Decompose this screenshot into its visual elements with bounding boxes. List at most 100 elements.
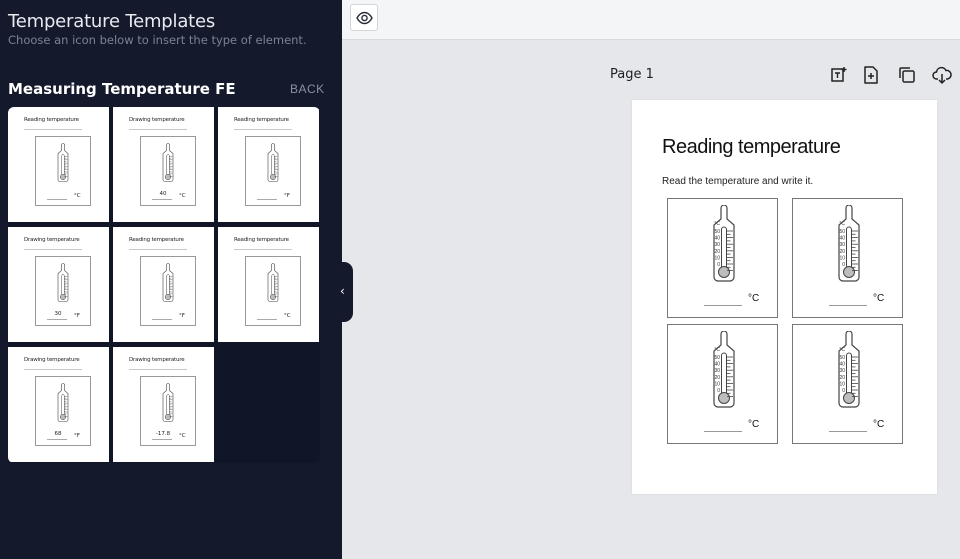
download-page-button[interactable] <box>931 64 953 86</box>
template-tile[interactable]: Drawing temperature 40 °C <box>113 107 214 222</box>
add-page-icon <box>864 66 878 84</box>
scale-label: 30 <box>839 242 845 248</box>
template-tile-title: Reading temperature <box>234 117 289 123</box>
worksheet-instruction[interactable]: Read the temperature and write it. <box>662 176 813 187</box>
thermometer-icon <box>267 263 279 302</box>
template-tile-value: 40 <box>159 191 167 197</box>
answer-line <box>704 305 742 306</box>
answer-line <box>704 431 742 432</box>
template-tile-title: Drawing temperature <box>24 237 80 243</box>
template-tile-value: 30 <box>54 311 62 317</box>
unit-label: °C <box>873 293 885 304</box>
scale-label: 30 <box>714 242 720 248</box>
duplicate-page-button[interactable] <box>896 64 918 86</box>
thermometer-icon: °C 50403020100 <box>713 330 735 408</box>
template-tile-instruction-line <box>234 129 292 130</box>
template-tile-title: Reading temperature <box>234 237 289 243</box>
thermometer-graphic: °C 50 40 30 20 10 0 <box>704 204 744 292</box>
scale-label: °C <box>714 221 720 227</box>
template-tile[interactable]: Drawing temperature -17.8 °C <box>113 347 214 462</box>
template-tile-title: Reading temperature <box>129 237 184 243</box>
template-tile-preview: 40 °C <box>140 136 196 206</box>
answer-line <box>829 431 867 432</box>
answer-line <box>47 199 67 200</box>
template-tile-title: Drawing temperature <box>129 117 185 123</box>
scale-label: 30 <box>839 368 845 374</box>
scale-label: 50 <box>839 229 845 235</box>
answer-line <box>152 199 172 200</box>
template-tile[interactable]: Drawing temperature 30 °F <box>8 227 109 342</box>
scale-label: 50 <box>839 355 845 361</box>
template-tile-unit: °C <box>179 433 186 439</box>
template-tile[interactable]: Reading temperature °C <box>8 107 109 222</box>
template-grid: Reading temperature °C Drawing temperature… <box>8 107 320 463</box>
collapse-sidebar-button[interactable]: ‹ <box>336 262 353 322</box>
template-tile-value: 68 <box>54 431 62 437</box>
template-tile-instruction-line <box>24 369 82 370</box>
template-tile-unit: °F <box>74 433 80 439</box>
worksheet-page[interactable]: Reading temperature Read the temperature… <box>632 100 937 494</box>
top-toolbar <box>342 0 960 40</box>
thermometer-icon <box>57 263 69 302</box>
thermometer-cell[interactable]: °C 50 40 30 20 10 0 °C <box>792 198 903 318</box>
template-tile-unit: °F <box>179 313 185 319</box>
eye-icon <box>356 11 373 25</box>
thermometer-icon <box>57 143 69 182</box>
scale-label: 20 <box>714 375 720 381</box>
worksheet-title[interactable]: Reading temperature <box>662 136 841 159</box>
thermometer-cell[interactable]: °C 50 40 30 20 10 0 °C <box>667 324 778 444</box>
back-button[interactable]: BACK <box>290 82 325 96</box>
thermometer-icon <box>162 263 174 302</box>
template-tile[interactable]: Drawing temperature 68 °F <box>8 347 109 462</box>
add-page-button[interactable] <box>860 64 882 86</box>
unit-label: °C <box>748 293 760 304</box>
thermometer-icon: °C 50403020100 <box>838 204 860 282</box>
template-tile-preview: °F <box>140 256 196 326</box>
thermometer-graphic: °C 50 40 30 20 10 0 <box>829 204 869 292</box>
template-tile-unit: °F <box>284 193 290 199</box>
scale-label: 40 <box>714 362 720 368</box>
template-tile-title: Drawing temperature <box>24 357 80 363</box>
template-tile[interactable]: Reading temperature °F <box>218 107 319 222</box>
template-tile[interactable]: Reading temperature °C <box>218 227 319 342</box>
scale-label: 0 <box>842 388 845 394</box>
preview-button[interactable] <box>350 4 378 31</box>
thermometer-cell[interactable]: °C 50 40 30 20 10 0 °C <box>667 198 778 318</box>
thermometer-icon <box>57 383 69 422</box>
template-tile-instruction-line <box>129 129 187 130</box>
scale-label: 10 <box>714 255 720 261</box>
scale-label: 40 <box>714 236 720 242</box>
answer-line <box>152 319 172 320</box>
scale-label: 0 <box>717 262 720 268</box>
template-tile-preview: -17.8 °C <box>140 376 196 446</box>
answer-line <box>257 199 277 200</box>
scale-label: 50 <box>714 229 720 235</box>
scale-label: 0 <box>717 388 720 394</box>
page-label: Page 1 <box>610 67 654 82</box>
add-text-button[interactable] <box>828 64 850 86</box>
unit-label: °C <box>748 419 760 430</box>
template-tile-unit: °C <box>284 313 291 319</box>
answer-line <box>47 439 67 440</box>
answer-line <box>47 319 67 320</box>
template-tile-instruction-line <box>24 249 82 250</box>
scale-label: 0 <box>842 262 845 268</box>
template-tile-instruction-line <box>234 249 292 250</box>
scale-label: °C <box>839 221 845 227</box>
duplicate-icon <box>899 67 915 83</box>
template-group-title: Measuring Temperature FE <box>8 80 236 98</box>
download-icon <box>932 66 952 85</box>
template-tile[interactable]: Reading temperature °F <box>113 227 214 342</box>
scale-label: 50 <box>714 355 720 361</box>
template-tile-preview: °C <box>245 256 301 326</box>
template-tile-title: Drawing temperature <box>129 357 185 363</box>
thermometer-cell[interactable]: °C 50 40 30 20 10 0 °C <box>792 324 903 444</box>
thermometer-icon <box>267 143 279 182</box>
template-tile-instruction-line <box>129 369 187 370</box>
unit-label: °C <box>873 419 885 430</box>
thermometer-graphic: °C 50 40 30 20 10 0 <box>704 330 744 418</box>
sidebar-subtitle: Choose an icon below to insert the type … <box>8 33 307 47</box>
template-tile-value: -17.8 <box>155 431 171 437</box>
thermometer-graphic: °C 50 40 30 20 10 0 <box>829 330 869 418</box>
scale-label: 20 <box>839 375 845 381</box>
